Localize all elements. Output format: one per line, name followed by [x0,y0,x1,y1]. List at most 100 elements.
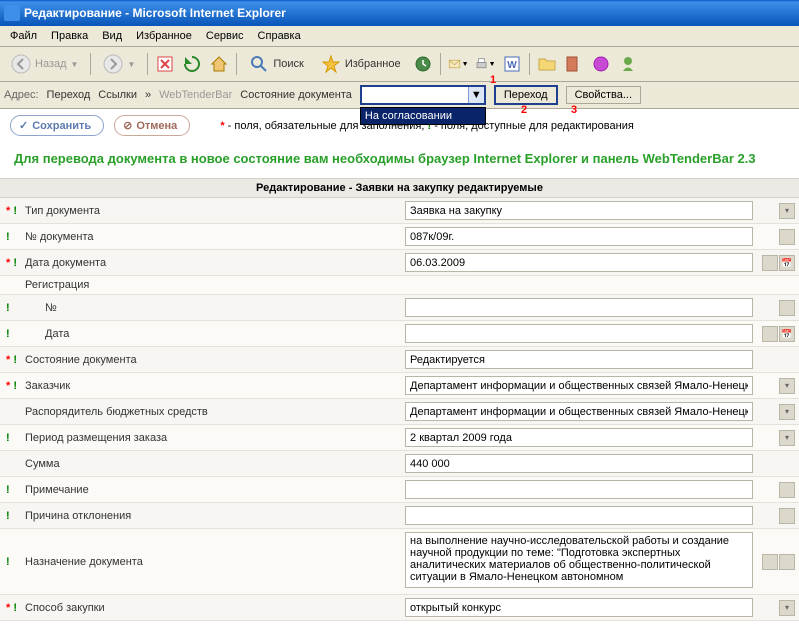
lock-icon[interactable] [762,554,778,570]
menu-view[interactable]: Вид [96,28,128,44]
label-budget-mgr: Распорядитель бюджетных средств [21,399,401,425]
forward-arrow-icon [103,54,123,74]
textarea-purpose[interactable] [405,532,753,588]
input-doc-date[interactable] [405,253,753,272]
doc-state-combo[interactable]: ▼ На согласовании [360,85,486,105]
menu-tools[interactable]: Сервис [200,28,250,44]
label-reject-reason: Причина отклонения [21,503,401,529]
label-sum: Сумма [21,451,401,477]
row-sum: Сумма [0,451,799,477]
row-registration: Регистрация [0,276,799,295]
dropdown-icon[interactable] [779,404,795,420]
input-doc-type[interactable] [405,201,753,220]
label-registration: Регистрация [21,276,401,295]
discuss-icon [591,54,611,74]
mail-button[interactable]: ▼ [446,52,470,76]
input-doc-state[interactable] [405,350,753,369]
stop-icon [155,54,175,74]
menu-edit[interactable]: Правка [45,28,94,44]
refresh-button[interactable] [180,52,204,76]
discuss-button[interactable] [589,52,613,76]
input-budget-mgr[interactable] [405,402,753,421]
dropdown-icon[interactable] [779,430,795,446]
window-title: Редактирование - Microsoft Internet Expl… [24,6,286,20]
dropdown-option[interactable]: На согласовании [365,110,452,122]
window-titlebar: Редактирование - Microsoft Internet Expl… [0,0,799,26]
folder-button[interactable] [535,52,559,76]
chevron-down-icon: ▼ [71,60,79,69]
address-goto[interactable]: Переход [47,89,91,101]
lock-icon[interactable] [762,326,778,342]
webtenderbar-label[interactable]: WebTenderBar [159,89,232,101]
label-period: Период размещения заказа [21,425,401,451]
label-customer: Заказчик [21,373,401,399]
dropdown-icon[interactable] [779,378,795,394]
row-doc-state: * ! Состояние документа [0,347,799,373]
messenger-button[interactable] [616,52,640,76]
calendar-icon[interactable] [779,326,795,342]
refresh-icon [182,54,202,74]
main-toolbar: Назад ▼ ▼ Поиск Избранное ▼ ▼ W [0,47,799,82]
save-button[interactable]: Сохранить [10,115,104,136]
dropdown-icon[interactable] [779,203,795,219]
label-doc-state: Состояние документа [21,347,401,373]
input-reg-no[interactable] [405,298,753,317]
address-label: Адрес: [4,89,39,101]
menu-file[interactable]: Файл [4,28,43,44]
info-banner: Для перевода документа в новое состояние… [0,142,799,178]
research-button[interactable] [562,52,586,76]
stop-button[interactable] [153,52,177,76]
more-button[interactable]: » [145,89,151,101]
row-note: ! Примечание [0,477,799,503]
search-button[interactable]: Поиск [242,51,310,77]
input-purchase-method[interactable] [405,598,753,617]
menu-help[interactable]: Справка [252,28,307,44]
row-purchase-method: * ! Способ закупки [0,595,799,621]
edit-button[interactable]: W [500,52,524,76]
row-reg-no: ! № [0,295,799,321]
calendar-icon[interactable] [779,255,795,271]
expand-icon[interactable] [779,554,795,570]
label-note: Примечание [21,477,401,503]
row-doc-no: ! № документа [0,224,799,250]
input-sum[interactable] [405,454,753,473]
lock-icon[interactable] [779,508,795,524]
input-reg-date[interactable] [405,324,753,343]
ie-icon [4,5,20,21]
cancel-button[interactable]: Отмена [114,115,190,136]
properties-button[interactable]: Свойства... [566,86,641,104]
folder-icon [537,54,557,74]
menu-favorites[interactable]: Избранное [130,28,198,44]
input-note[interactable] [405,480,753,499]
doc-state-dropdown[interactable]: На согласовании [360,107,486,125]
history-button[interactable] [411,52,435,76]
forward-button[interactable]: ▼ [96,51,142,77]
back-button[interactable]: Назад ▼ [4,51,85,77]
input-customer[interactable] [405,376,753,395]
word-icon: W [502,54,522,74]
label-doc-date: Дата документа [21,250,401,276]
address-bar: Адрес: Переход Ссылки » WebTenderBar Сос… [0,82,799,109]
label-reg-no: № [21,295,401,321]
input-period[interactable] [405,428,753,447]
search-icon [249,54,269,74]
label-reg-date: Дата [21,321,401,347]
input-doc-no[interactable] [405,227,753,246]
lock-icon[interactable] [779,300,795,316]
home-button[interactable] [207,52,231,76]
chevron-down-icon[interactable]: ▼ [468,87,484,103]
annotation-2: 2 [521,104,527,116]
input-reject-reason[interactable] [405,506,753,525]
row-budget-mgr: Распорядитель бюджетных средств [0,399,799,425]
favorites-button[interactable]: Избранное [314,51,408,77]
page-content: Сохранить Отмена * - поля, обязательные … [0,109,799,621]
go-button[interactable]: Переход [494,85,558,105]
lock-icon[interactable] [779,482,795,498]
print-button[interactable]: ▼ [473,52,497,76]
links-button[interactable]: Ссылки [98,89,137,101]
lock-icon[interactable] [779,229,795,245]
dropdown-icon[interactable] [779,600,795,616]
lock-icon[interactable] [762,255,778,271]
annotation-3: 3 [571,104,577,116]
research-icon [564,54,584,74]
